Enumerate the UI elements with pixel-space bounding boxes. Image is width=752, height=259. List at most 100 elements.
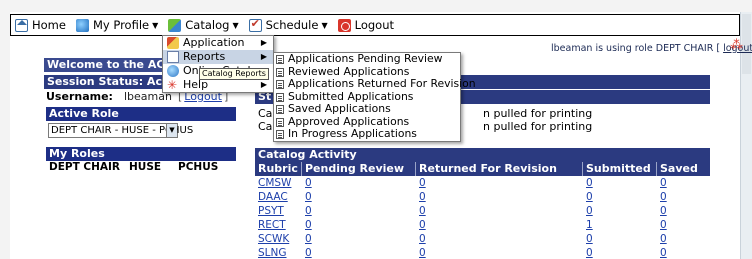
saved-link[interactable]: 0: [657, 190, 710, 204]
home-icon: [15, 18, 28, 32]
status-line-1-prefix: Ca: [258, 107, 273, 120]
submitted-link[interactable]: 0: [583, 190, 657, 204]
status-line-1-suffix: n pulled for printing: [483, 107, 593, 120]
my-roles-header: My Roles: [46, 147, 236, 161]
submitted-link[interactable]: 1: [583, 218, 657, 232]
catalog-menu-help[interactable]: ✳ Help ▶: [163, 78, 273, 92]
report-document-icon: [276, 55, 284, 64]
returned-for-revision-link[interactable]: 0: [416, 190, 583, 204]
roles-row: DEPT CHAIR HUSE PCHUS: [46, 161, 236, 173]
catalog-activity-column-headers: Rubric Pending Review Returned For Revis…: [255, 162, 710, 176]
returned-for-revision-link[interactable]: 0: [416, 218, 583, 232]
menu-catalog[interactable]: Catalog ▼: [164, 15, 245, 35]
reports-submenu: Applications Pending Review Reviewed Appl…: [273, 52, 476, 142]
menu-schedule[interactable]: Schedule ▼: [245, 15, 334, 35]
report-document-icon: [276, 105, 284, 114]
menu-home-label: Home: [32, 18, 66, 32]
rubric-link[interactable]: SCWK: [255, 232, 302, 246]
menu-my-profile-label: My Profile: [92, 18, 150, 32]
column-header-pending-review: Pending Review: [302, 162, 416, 176]
reports-submenu-item-label: Saved Applications: [288, 102, 391, 115]
submitted-link[interactable]: 0: [583, 246, 657, 259]
returned-for-revision-link[interactable]: 0: [416, 246, 583, 259]
menu-logout-label: Logout: [354, 18, 394, 32]
pending-review-link[interactable]: 0: [302, 190, 416, 204]
menu-catalog-label: Catalog: [185, 18, 230, 32]
profile-icon: [75, 18, 89, 32]
report-document-icon: [276, 92, 284, 102]
catalog-menu-application[interactable]: Application ▶: [163, 36, 273, 50]
pending-review-link[interactable]: 0: [302, 204, 416, 218]
active-role-header: Active Role: [46, 107, 236, 121]
saved-link[interactable]: 0: [657, 246, 710, 259]
menu-schedule-label: Schedule: [265, 18, 319, 32]
role-cell: HUSE: [129, 161, 162, 173]
submenu-arrow-icon: ▶: [260, 38, 267, 47]
reports-submenu-item-label: Applications Returned For Revision: [288, 77, 476, 90]
catalog-activity-table: CMSW 0 0 0 0 DAAC 0 0 0 0 PSYT 0 0 0 0 RECT 0 0 1 0 SCWK 0 0 0 0…: [255, 176, 710, 259]
reports-submenu-item-label: In Progress Applications: [288, 127, 417, 140]
menu-my-profile[interactable]: My Profile ▼: [72, 15, 164, 35]
table-row: PSYT 0 0 0 0: [255, 204, 710, 218]
pending-review-link[interactable]: 0: [302, 218, 416, 232]
status-line-2-prefix: Ca: [258, 120, 273, 133]
catalog-icon: [168, 18, 182, 32]
rubric-link[interactable]: DAAC: [255, 190, 302, 204]
reports-submenu-item-label: Submitted Applications: [288, 89, 414, 103]
column-header-saved: Saved: [660, 162, 698, 175]
online-catalog-icon: [167, 65, 179, 77]
menu-logout[interactable]: Logout: [334, 15, 400, 35]
returned-for-revision-link[interactable]: 0: [416, 232, 583, 246]
reports-submenu-item-label: Reviewed Applications: [288, 64, 410, 78]
schedule-icon: [248, 17, 262, 32]
role-banner-text: lbeaman is using role DEPT CHAIR [: [551, 43, 721, 54]
table-row: SCWK 0 0 0 0: [255, 232, 710, 246]
submitted-link[interactable]: 0: [583, 204, 657, 218]
column-header-submitted: Submitted: [583, 162, 657, 176]
pending-review-link[interactable]: 0: [302, 246, 416, 259]
saved-link[interactable]: 0: [657, 218, 710, 232]
catalog-menu-application-label: Application: [183, 36, 245, 49]
rubric-link[interactable]: RECT: [255, 218, 302, 232]
select-arrow-icon[interactable]: ▼: [166, 124, 177, 137]
submenu-arrow-icon: ▶: [260, 80, 267, 89]
reports-submenu-item[interactable]: In Progress Applications: [274, 127, 460, 141]
table-row: DAAC 0 0 0 0: [255, 190, 710, 204]
window-top-edge: [0, 0, 752, 12]
pending-review-link[interactable]: 0: [302, 176, 416, 190]
rubric-link[interactable]: PSYT: [255, 204, 302, 218]
rubric-link[interactable]: SLNG: [255, 246, 302, 259]
report-document-icon: [276, 67, 284, 77]
saved-link[interactable]: 0: [657, 232, 710, 246]
column-header-returned-for-revision: Returned For Revision: [416, 162, 583, 176]
window-left-edge: [0, 12, 10, 259]
submitted-link[interactable]: 0: [583, 232, 657, 246]
menu-home[interactable]: Home: [11, 15, 72, 35]
saved-link[interactable]: 0: [657, 176, 710, 190]
chevron-down-icon: ▼: [152, 20, 159, 30]
table-row: RECT 0 0 1 0: [255, 218, 710, 232]
active-role-select[interactable]: DEPT CHAIR - HUSE - PCHUS ▼: [48, 123, 193, 138]
spark-icon: ⁂: [730, 38, 743, 53]
report-document-icon: [276, 80, 284, 89]
submenu-arrow-icon: ▶: [260, 52, 267, 61]
catalog-menu-reports[interactable]: Reports ▶: [163, 50, 273, 64]
main-menubar: Home My Profile ▼ Catalog ▼ Schedule ▼ L…: [10, 14, 740, 36]
table-row: SLNG 0 0 0 0: [255, 246, 710, 259]
logout-icon: [337, 18, 351, 32]
pending-review-link[interactable]: 0: [302, 232, 416, 246]
rubric-link[interactable]: CMSW: [255, 176, 302, 190]
catalog-activity-title: Catalog Activity: [255, 148, 710, 162]
saved-link[interactable]: 0: [657, 204, 710, 218]
catalog-dropdown-menu: Application ▶ Reports ▶ Online Catalog ✳…: [162, 35, 274, 93]
status-line-2-suffix: n pulled for printing: [483, 120, 593, 133]
role-cell: DEPT CHAIR: [49, 161, 121, 173]
table-row: CMSW 0 0 0 0: [255, 176, 710, 190]
returned-for-revision-link[interactable]: 0: [416, 176, 583, 190]
submitted-link[interactable]: 0: [583, 176, 657, 190]
reports-icon: [167, 51, 179, 63]
help-icon: ✳: [167, 78, 178, 92]
reports-submenu-item-label: Applications Pending Review: [288, 52, 443, 65]
column-header-rubric: Rubric: [255, 162, 302, 176]
returned-for-revision-link[interactable]: 0: [416, 204, 583, 218]
